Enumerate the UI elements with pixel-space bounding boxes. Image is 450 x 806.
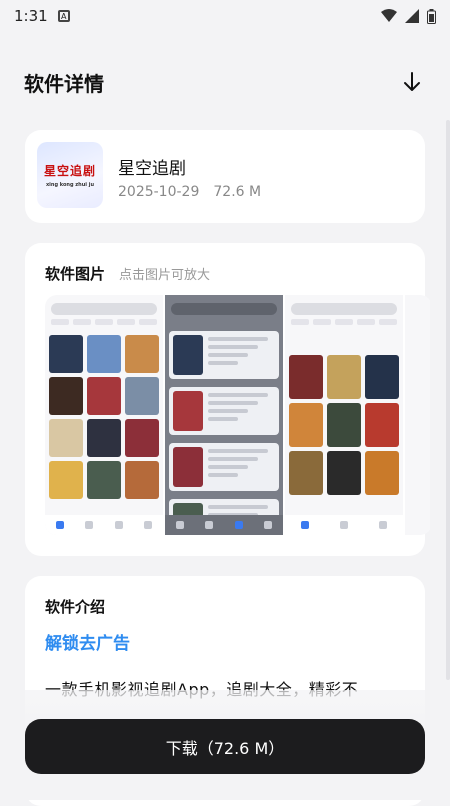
app-meta: 2025-10-29 72.6 M <box>118 184 261 200</box>
status-time: 1:31 <box>14 7 48 25</box>
screenshot-gallery[interactable] <box>45 295 432 535</box>
scroll-indicator <box>446 120 450 680</box>
app-logo-text: 星空追剧 <box>43 164 96 178</box>
app-logo-pinyin: xing kong zhui ju <box>45 182 95 188</box>
app-info-card: 星空追剧 xing kong zhui ju 星空追剧 2025-10-29 7… <box>25 130 425 223</box>
poster-thumb <box>49 419 83 457</box>
page-header: 软件详情 <box>0 62 450 102</box>
poster-thumb <box>327 403 361 447</box>
intro-subtitle: 解锁去广告 <box>45 634 130 654</box>
poster-thumb <box>49 377 83 415</box>
app-icon: 星空追剧 xing kong zhui ju <box>37 142 103 208</box>
app-name: 星空追剧 <box>118 159 186 179</box>
poster-thumb <box>87 461 121 499</box>
poster-thumb <box>125 419 159 457</box>
battery-icon <box>427 8 436 24</box>
poster-thumb <box>289 403 323 447</box>
poster-thumb <box>289 355 323 399</box>
notification-app-icon: A <box>57 10 70 22</box>
screenshot-1[interactable] <box>45 295 163 535</box>
poster-thumb <box>125 377 159 415</box>
list-item <box>169 443 279 491</box>
screenshots-hint: 点击图片可放大 <box>119 268 211 283</box>
download-button[interactable]: 下载（72.6 M） <box>25 719 425 774</box>
poster-thumb <box>125 461 159 499</box>
poster-thumb <box>87 335 121 373</box>
arrow-down-icon <box>404 72 420 91</box>
intro-title: 软件介绍 <box>45 598 106 616</box>
screenshots-title: 软件图片 <box>45 265 106 283</box>
poster-thumb <box>289 451 323 495</box>
poster-thumb <box>125 335 159 373</box>
poster-thumb <box>49 461 83 499</box>
poster-thumb <box>49 335 83 373</box>
screenshot-2[interactable] <box>165 295 283 535</box>
list-item <box>169 331 279 379</box>
page-title: 软件详情 <box>24 71 104 96</box>
status-bar: 1:31 A <box>0 0 450 32</box>
poster-thumb <box>365 403 399 447</box>
app-size: 72.6 M <box>213 184 262 200</box>
poster-thumb <box>87 377 121 415</box>
download-arrow-button[interactable] <box>398 68 426 96</box>
screenshot-4-partial[interactable] <box>405 295 430 535</box>
poster-thumb <box>365 355 399 399</box>
poster-thumb <box>365 451 399 495</box>
poster-thumb <box>327 451 361 495</box>
signal-icon <box>405 9 419 23</box>
poster-thumb <box>327 355 361 399</box>
poster-thumb <box>87 419 121 457</box>
screenshots-card: 软件图片 点击图片可放大 <box>25 243 430 556</box>
app-date: 2025-10-29 <box>118 184 200 200</box>
wifi-icon <box>381 9 397 22</box>
screenshot-3[interactable] <box>285 295 403 535</box>
list-item <box>169 387 279 435</box>
